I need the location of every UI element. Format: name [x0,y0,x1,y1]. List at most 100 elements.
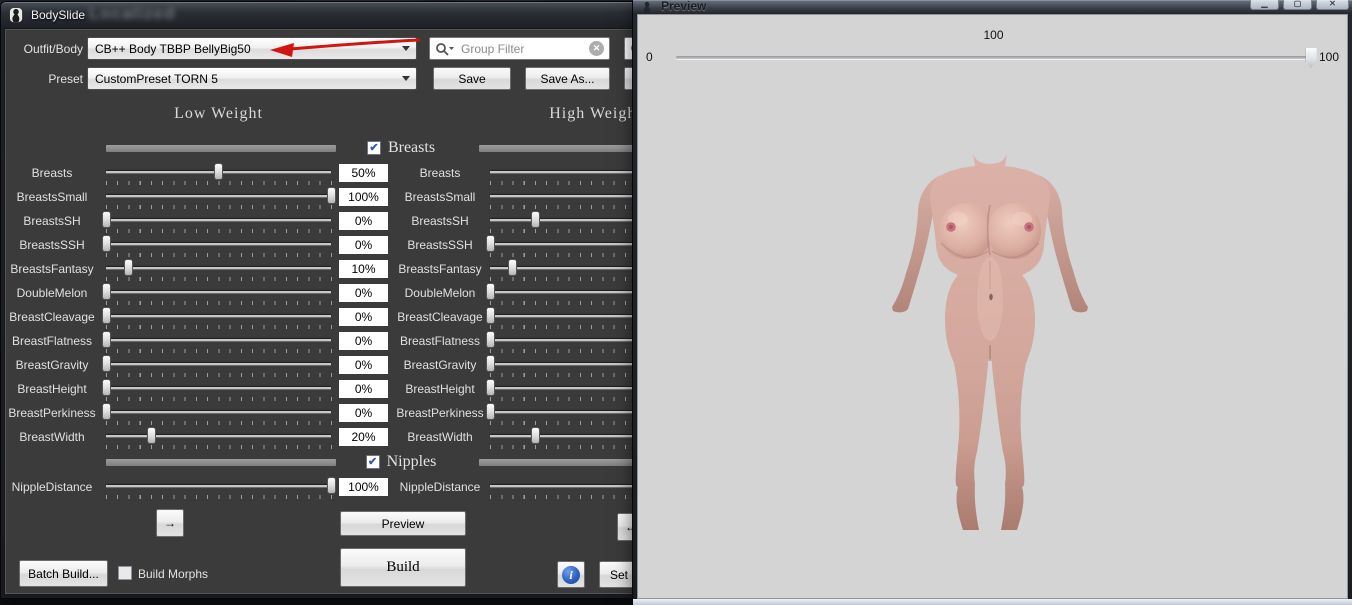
bodyslide-window-title: BodySlide [31,8,85,22]
slider-low-BreastsSSH[interactable] [106,233,331,257]
slider-thumb[interactable] [486,283,495,300]
slider-thumb[interactable] [124,259,133,276]
slider-high-BreastsSH[interactable] [490,209,634,233]
slider-low-DoubleMelon[interactable] [106,281,331,305]
slider-thumb[interactable] [327,187,336,204]
batch-build-button[interactable]: Batch Build... [19,560,108,587]
slider-value-box[interactable]: 0% [339,356,388,374]
slider-low-BreastCleavage[interactable] [106,305,331,329]
slider-row-BreastsSH: BreastsSH0%BreastsSH [5,209,634,233]
slider-thumb[interactable] [147,427,156,444]
slider-low-BreastsSmall[interactable] [106,185,331,209]
preview-weight-slider[interactable] [676,56,1311,59]
slider-high-NippleDistance[interactable] [490,475,634,499]
slider-value-box[interactable]: 0% [339,236,388,254]
slider-thumb[interactable] [102,331,111,348]
slider-high-BreastsFantasy[interactable] [490,257,634,281]
slider-low-BreastHeight[interactable] [106,377,331,401]
slider-high-BreastsSSH[interactable] [490,233,634,257]
copy-high-to-low-button[interactable]: ← [617,513,634,541]
preview-weight-slider-thumb[interactable] [1306,48,1317,68]
about-button[interactable]: i [557,561,585,588]
build-morphs-checkbox[interactable] [118,566,132,580]
slider-value-box[interactable]: 0% [339,284,388,302]
save-as-button[interactable]: Save As... [525,67,610,90]
outfit-body-dropdown[interactable]: CB++ Body TBBP BellyBig50 [87,37,417,60]
slider-thumb[interactable] [327,477,336,494]
save-button[interactable]: Save [433,67,511,90]
slider-thumb[interactable] [486,379,495,396]
slider-high-BreastWidth[interactable] [490,425,634,449]
slider-thumb[interactable] [102,283,111,300]
slider-value-box[interactable]: 50% [339,164,388,182]
bodyslide-titlebar[interactable]: BodySlide Localized [1,2,637,28]
slider-high-Breasts[interactable] [490,161,634,185]
slider-label-high: BreastFlatness [392,334,488,348]
slider-high-BreastFlatness[interactable] [490,329,634,353]
close-button[interactable]: ✕ [1316,0,1349,10]
slider-value-box[interactable]: 0% [339,380,388,398]
slider-thumb[interactable] [486,403,495,420]
slider-thumb[interactable] [508,259,517,276]
slider-low-BreastGravity[interactable] [106,353,331,377]
settings-button-clipped[interactable]: Set [599,561,634,588]
slider-value-box[interactable]: 10% [339,260,388,278]
slider-high-DoubleMelon[interactable] [490,281,634,305]
slider-low-BreastWidth[interactable] [106,425,331,449]
slider-high-BreastsSmall[interactable] [490,185,634,209]
preview-titlebar[interactable]: Preview ▁ ▢ ✕ [633,0,1352,14]
slider-row-BreastsFantasy: BreastsFantasy10%BreastsFantasy [5,257,634,281]
slider-row-BreastFlatness: BreastFlatness0%BreastFlatness [5,329,634,353]
slider-value-box[interactable]: 0% [339,332,388,350]
weight-value-label: 100 [676,28,1311,42]
slider-thumb[interactable] [102,379,111,396]
slider-low-BreastsFantasy[interactable] [106,257,331,281]
preview-button[interactable]: Preview [340,511,466,536]
slider-low-BreastPerkiness[interactable] [106,401,331,425]
slider-thumb[interactable] [102,307,111,324]
slider-row-BreastWidth: BreastWidth20%BreastWidth [5,425,634,449]
slider-thumb[interactable] [531,211,540,228]
slider-value-box[interactable]: 0% [339,404,388,422]
slider-value-box[interactable]: 0% [339,308,388,326]
slider-thumb[interactable] [102,235,111,252]
minimize-button[interactable]: ▁ [1250,0,1279,10]
maximize-button[interactable]: ▢ [1283,0,1312,10]
slider-high-BreastPerkiness[interactable] [490,401,634,425]
slider-thumb[interactable] [531,427,540,444]
slider-thumb[interactable] [486,307,495,324]
slider-label-low: BreastCleavage [4,310,101,324]
clear-filter-icon[interactable]: ✕ [589,41,604,56]
group-checkbox[interactable]: ✔ [366,455,380,469]
slider-thumb[interactable] [486,355,495,372]
group-filter-searchbox[interactable]: Group Filter ✕ [429,37,610,60]
search-icon [435,42,455,56]
build-button[interactable]: Build [340,548,466,587]
build-morphs-label: Build Morphs [138,567,208,581]
slider-low-BreastsSH[interactable] [106,209,331,233]
slider-thumb[interactable] [102,355,111,372]
slider-thumb[interactable] [486,331,495,348]
slider-thumb[interactable] [102,211,111,228]
slider-high-BreastGravity[interactable] [490,353,634,377]
body-model-render[interactable] [879,149,1101,534]
slider-high-BreastCleavage[interactable] [490,305,634,329]
slider-high-BreastHeight[interactable] [490,377,634,401]
slider-value-box[interactable]: 100% [339,478,388,496]
slider-value-box[interactable]: 20% [339,428,388,446]
slider-track [490,363,634,365]
slider-thumb[interactable] [214,163,223,180]
slider-track [490,387,634,389]
slider-label-high: BreastWidth [392,430,488,444]
preset-label: Preset [11,72,83,86]
slider-low-NippleDistance[interactable] [106,475,331,499]
slider-value-box[interactable]: 0% [339,212,388,230]
slider-low-Breasts[interactable] [106,161,331,185]
group-checkbox[interactable]: ✔ [367,141,381,155]
slider-value-box[interactable]: 100% [339,188,388,206]
slider-thumb[interactable] [486,235,495,252]
slider-thumb[interactable] [102,403,111,420]
slider-low-BreastFlatness[interactable] [106,329,331,353]
copy-low-to-high-button[interactable]: → [156,509,184,537]
preset-dropdown[interactable]: CustomPreset TORN 5 [87,67,417,90]
